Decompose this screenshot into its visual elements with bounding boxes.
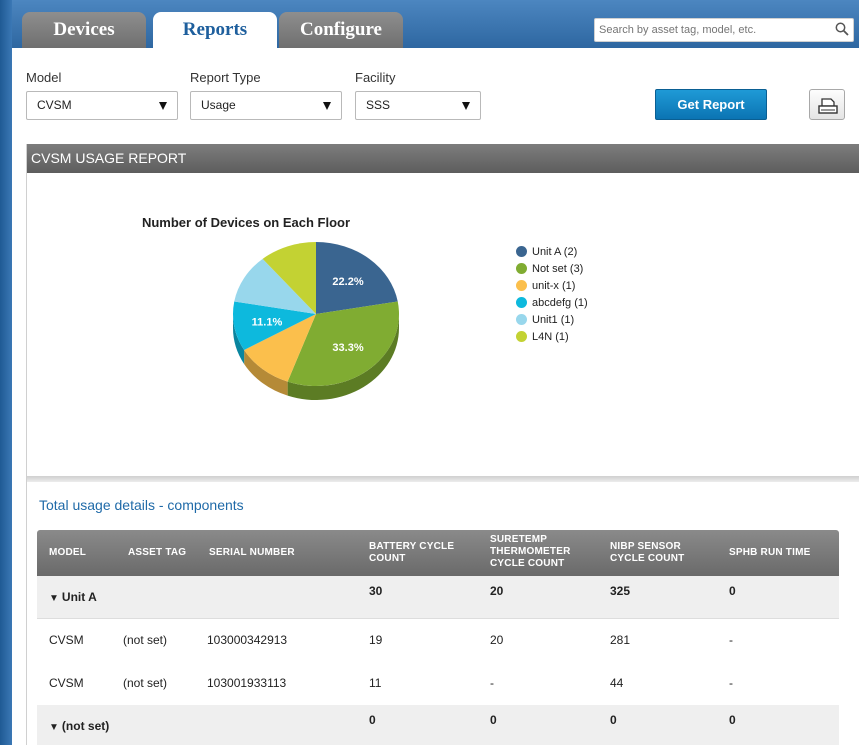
col-header-asset-tag[interactable]: ASSET TAG bbox=[128, 547, 186, 559]
caret-down-icon[interactable]: ▼ bbox=[49, 577, 59, 620]
legend-swatch bbox=[516, 331, 527, 342]
pie-slice-label: 22.2% bbox=[332, 276, 363, 288]
report-title: CVSM USAGE REPORT bbox=[27, 144, 859, 173]
search-icon[interactable] bbox=[835, 22, 849, 36]
legend-item[interactable]: Not set (3) bbox=[516, 260, 588, 277]
report-type-select-value: Usage bbox=[201, 98, 236, 112]
window-left-edge bbox=[0, 0, 12, 745]
group-total-battery: 0 bbox=[369, 713, 376, 727]
search-box bbox=[594, 18, 854, 42]
group-name-cell: ▼ (not set) bbox=[49, 705, 109, 745]
facility-label: Facility bbox=[355, 70, 396, 85]
cell-model: CVSM bbox=[49, 676, 84, 690]
table-group-row[interactable]: ▼ (not set) 0 0 0 0 bbox=[37, 705, 839, 745]
legend-label: abcdefg (1) bbox=[532, 296, 588, 309]
legend-item[interactable]: Unit A (2) bbox=[516, 243, 588, 260]
group-total-sphb: 0 bbox=[729, 584, 736, 598]
printer-icon bbox=[818, 98, 838, 114]
legend-swatch bbox=[516, 246, 527, 257]
print-button[interactable] bbox=[809, 89, 845, 120]
col-header-suretemp-cycle-count[interactable]: SURETEMP THERMOMETER CYCLE COUNT bbox=[490, 534, 580, 570]
col-header-battery-cycle-count[interactable]: BATTERY CYCLE COUNT bbox=[369, 541, 469, 565]
get-report-button[interactable]: Get Report bbox=[655, 89, 767, 120]
chevron-down-icon bbox=[462, 102, 470, 110]
legend-item[interactable]: abcdefg (1) bbox=[516, 294, 588, 311]
cell-battery: 19 bbox=[369, 633, 383, 647]
pie-slice-label: 11.1% bbox=[252, 317, 283, 329]
legend-swatch bbox=[516, 263, 527, 274]
col-header-sphb-run-time[interactable]: SPHB RUN TIME bbox=[729, 547, 811, 559]
top-nav-bar: Devices Reports Configure bbox=[12, 0, 859, 48]
legend-label: Unit1 (1) bbox=[532, 313, 575, 326]
facility-select-value: SSS bbox=[366, 98, 391, 112]
cell-serial: 103000342913 bbox=[207, 633, 288, 647]
model-select[interactable]: CVSM bbox=[26, 91, 178, 120]
legend-label: unit-x (1) bbox=[532, 279, 576, 292]
legend-label: L4N (1) bbox=[532, 330, 569, 343]
cell-asset-tag: (not set) bbox=[123, 676, 168, 690]
chevron-down-icon bbox=[159, 102, 167, 110]
report-type-select[interactable]: Usage bbox=[190, 91, 342, 120]
section-divider bbox=[27, 476, 859, 482]
legend-item[interactable]: Unit1 (1) bbox=[516, 311, 588, 328]
tab-configure[interactable]: Configure bbox=[279, 12, 403, 48]
cell-asset-tag: (not set) bbox=[123, 633, 168, 647]
model-select-value: CVSM bbox=[37, 98, 72, 112]
cell-nibp: 281 bbox=[610, 633, 631, 647]
search-input[interactable] bbox=[595, 19, 827, 41]
cell-suretemp: 20 bbox=[490, 633, 504, 647]
model-label: Model bbox=[26, 70, 62, 85]
legend-label: Not set (3) bbox=[532, 262, 584, 275]
app-window: Devices Reports Configure Model CVSM Rep… bbox=[12, 0, 859, 745]
report-type-label: Report Type bbox=[190, 70, 261, 85]
legend-label: Unit A (2) bbox=[532, 245, 578, 258]
pie-chart: 22.2% 33.3% 11.1% bbox=[232, 242, 399, 400]
caret-down-icon[interactable]: ▼ bbox=[49, 706, 59, 745]
cell-nibp: 44 bbox=[610, 676, 624, 690]
chart-area: Number of Devices on Each Floor 22.2% 33.… bbox=[27, 173, 859, 476]
cell-sphb: - bbox=[729, 633, 733, 647]
table-header: MODEL ASSET TAG SERIAL NUMBER BATTERY CY… bbox=[37, 530, 839, 576]
legend-swatch bbox=[516, 297, 527, 308]
cell-suretemp: - bbox=[490, 676, 494, 690]
pie-slice-label: 33.3% bbox=[332, 342, 363, 354]
cell-battery: 11 bbox=[369, 676, 382, 690]
group-total-sphb: 0 bbox=[729, 713, 736, 727]
legend-swatch bbox=[516, 314, 527, 325]
table-row[interactable]: CVSM (not set) 103001933113 11 - 44 - bbox=[37, 662, 839, 705]
usage-table: MODEL ASSET TAG SERIAL NUMBER BATTERY CY… bbox=[37, 530, 839, 745]
group-total-battery: 30 bbox=[369, 584, 383, 598]
legend-item[interactable]: L4N (1) bbox=[516, 328, 588, 345]
col-header-model[interactable]: MODEL bbox=[49, 547, 86, 559]
group-total-suretemp: 0 bbox=[490, 713, 497, 727]
group-total-suretemp: 20 bbox=[490, 584, 504, 598]
group-total-nibp: 0 bbox=[610, 713, 617, 727]
col-header-nibp-sensor-cycle-count[interactable]: NIBP SENSOR CYCLE COUNT bbox=[610, 541, 700, 565]
cell-sphb: - bbox=[729, 676, 733, 690]
chart-legend: Unit A (2) Not set (3) unit-x (1) abcdefg (… bbox=[516, 243, 588, 345]
legend-item[interactable]: unit-x (1) bbox=[516, 277, 588, 294]
details-title: Total usage details - components bbox=[39, 497, 244, 513]
chevron-down-icon bbox=[323, 102, 331, 110]
group-total-nibp: 325 bbox=[610, 584, 631, 598]
group-name-cell: ▼ Unit A bbox=[49, 576, 97, 620]
legend-swatch bbox=[516, 280, 527, 291]
table-row[interactable]: CVSM (not set) 103000342913 19 20 281 - bbox=[37, 619, 839, 662]
col-header-serial-number[interactable]: SERIAL NUMBER bbox=[209, 547, 295, 559]
cell-serial: 103001933113 bbox=[207, 676, 287, 690]
tab-devices[interactable]: Devices bbox=[22, 12, 146, 48]
table-group-row[interactable]: ▼ Unit A 30 20 325 0 bbox=[37, 576, 839, 619]
cell-model: CVSM bbox=[49, 633, 84, 647]
report-panel: CVSM USAGE REPORT Number of Devices on E… bbox=[26, 144, 859, 745]
tab-reports[interactable]: Reports bbox=[153, 12, 277, 48]
facility-select[interactable]: SSS bbox=[355, 91, 481, 120]
